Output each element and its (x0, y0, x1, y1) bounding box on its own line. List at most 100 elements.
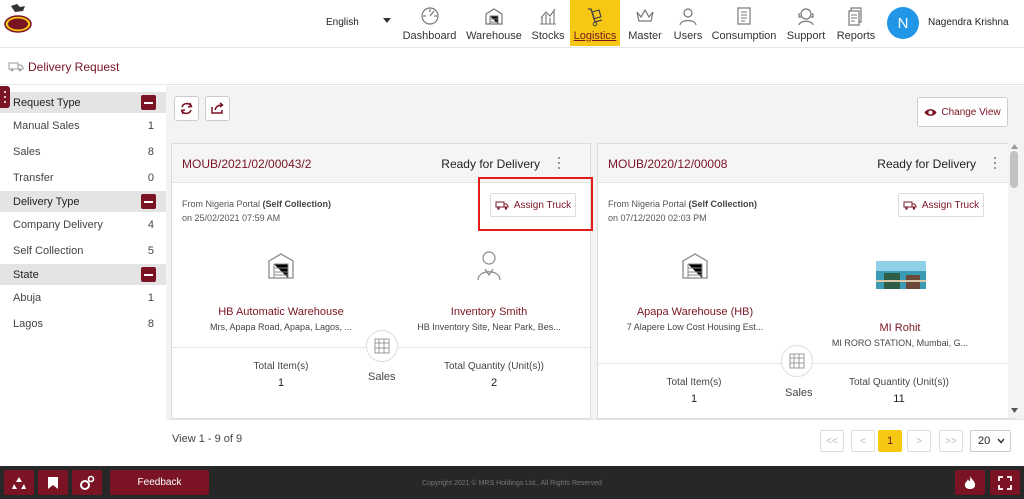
reports-icon (848, 7, 862, 26)
top-navigation-bar: English Dashboard Warehouse Stocks Logis… (0, 0, 1024, 48)
master-crown-icon (636, 8, 654, 22)
page-size-select[interactable]: 20 (970, 430, 1011, 452)
total-items-label: Total Item(s) (253, 361, 309, 372)
nav-consumption[interactable]: Consumption (711, 0, 777, 46)
total-quantity-value: 2 (490, 377, 498, 389)
request-id[interactable]: MOUB/2020/12/00008 (608, 157, 727, 171)
filter-group-state[interactable]: State (0, 264, 166, 285)
assign-truck-button[interactable]: Assign Truck (898, 193, 984, 217)
nav-stocks[interactable]: Stocks (530, 0, 566, 46)
user-avatar[interactable]: N (887, 7, 919, 39)
nav-warehouse[interactable]: Warehouse (465, 0, 523, 46)
flame-icon (964, 475, 976, 489)
nav-master[interactable]: Master (626, 0, 664, 46)
filter-item-transfer[interactable]: Transfer 0 (0, 165, 166, 191)
shelf-icon (374, 338, 390, 354)
consumption-icon (737, 7, 751, 25)
vertical-scrollbar[interactable] (1008, 143, 1021, 418)
prev-page-button[interactable]: < (851, 430, 875, 452)
page-number-button[interactable]: 1 (878, 430, 902, 452)
card-header: MOUB/2020/12/00008 Ready for Delivery (598, 144, 1016, 183)
collapse-icon[interactable] (141, 194, 156, 209)
chevron-down-icon (997, 438, 1005, 444)
first-page-button[interactable]: << (820, 430, 844, 452)
dashboard-icon (420, 7, 439, 25)
filter-item-self-collection[interactable]: Self Collection 5 (0, 238, 166, 264)
copyright-text: Copyright 2021 © MRS Holdings Ltd., All … (422, 480, 602, 487)
status-label: Ready for Delivery (877, 157, 976, 171)
request-id[interactable]: MOUB/2021/02/00043/2 (182, 157, 311, 171)
more-options-icon[interactable] (994, 156, 998, 170)
total-quantity-label: Total Quantity (Unit(s)) (848, 377, 950, 388)
destination-name[interactable]: Inventory Smith (394, 306, 584, 318)
source-address: 7 Alapere Low Cost Housing Est... (626, 322, 764, 332)
footer-bar: Feedback Copyright 2021 © MRS Holdings L… (0, 466, 1024, 499)
filter-sidebar: Request Type Manual Sales 1 Sales 8 Transf… (0, 86, 166, 466)
truck-icon (903, 201, 917, 210)
warehouse-icon (268, 253, 294, 279)
source-warehouse-name[interactable]: Apapa Warehouse (HB) (600, 306, 790, 318)
warehouse-icon (682, 253, 708, 279)
total-items-value: 1 (690, 393, 698, 405)
pagination-bar: View 1 - 9 of 9 << < 1 > >> 20 (166, 419, 1024, 466)
hot-button[interactable] (955, 470, 985, 495)
destination-address: HB Inventory Site, Near Park, Bes... (417, 322, 561, 332)
user-name[interactable]: Nagendra Krishna (928, 17, 1009, 28)
last-page-button[interactable]: >> (939, 430, 963, 452)
shelf-icon (789, 353, 805, 369)
source-address: Mrs, Apapa Road, Apapa, Lagos, ... (209, 322, 353, 332)
person-icon (477, 251, 501, 281)
support-icon (798, 8, 814, 26)
source-info: From Nigeria Portal (Self Collection) on … (608, 199, 758, 223)
refresh-button[interactable] (174, 96, 199, 121)
collapse-icon[interactable] (141, 267, 156, 282)
page-header: Delivery Request (0, 49, 1024, 85)
delivery-card[interactable]: MOUB/2020/12/00008 Ready for Delivery Fr… (597, 143, 1017, 419)
filter-item-abuja[interactable]: Abuja 1 (0, 285, 166, 311)
language-selector[interactable]: English (326, 17, 359, 28)
users-icon (679, 8, 697, 26)
nav-dashboard[interactable]: Dashboard (403, 0, 456, 46)
source-info: From Nigeria Portal (Self Collection) on … (182, 199, 332, 223)
sales-type-badge (781, 345, 813, 377)
record-count: View 1 - 9 of 9 (172, 433, 243, 445)
nav-support[interactable]: Support (785, 0, 827, 46)
filter-item-manual-sales[interactable]: Manual Sales 1 (0, 113, 166, 139)
more-options-icon[interactable] (558, 156, 562, 170)
scroll-up-icon[interactable] (1011, 144, 1018, 149)
filter-group-delivery-type[interactable]: Delivery Type (0, 191, 166, 212)
filter-item-lagos[interactable]: Lagos 8 (0, 311, 166, 337)
request-type-label: Sales (368, 371, 396, 383)
highlight-box (478, 177, 593, 231)
eye-icon (924, 108, 937, 116)
language-caret-icon[interactable] (383, 18, 391, 23)
filter-item-sales[interactable]: Sales 8 (0, 139, 166, 165)
delivery-card[interactable]: MOUB/2021/02/00043/2 Ready for Delivery … (171, 143, 593, 419)
page-title: Delivery Request (28, 60, 120, 74)
total-items-label: Total Item(s) (666, 377, 722, 388)
fullscreen-button[interactable] (990, 470, 1020, 495)
scrollbar-thumb[interactable] (1010, 151, 1018, 188)
scroll-down-icon[interactable] (1011, 408, 1018, 413)
truck-icon (8, 62, 24, 72)
next-page-button[interactable]: > (907, 430, 931, 452)
collapse-icon[interactable] (141, 95, 156, 110)
change-view-button[interactable]: Change View (917, 97, 1008, 127)
nav-logistics[interactable]: Logistics (570, 0, 620, 46)
export-icon (211, 102, 224, 114)
refresh-icon (180, 102, 193, 115)
filter-group-request-type[interactable]: Request Type (0, 92, 166, 113)
fullscreen-icon (998, 475, 1012, 490)
export-button[interactable] (205, 96, 230, 121)
main-content: Change View MOUB/2021/02/00043/2 Ready f… (166, 86, 1024, 466)
nav-users[interactable]: Users (672, 0, 704, 46)
status-label: Ready for Delivery (441, 157, 540, 171)
destination-name[interactable]: MI Rohit (805, 322, 995, 334)
nav-reports[interactable]: Reports (835, 0, 877, 46)
sidebar-toggle[interactable] (0, 86, 10, 108)
stocks-icon (540, 8, 556, 25)
source-warehouse-name[interactable]: HB Automatic Warehouse (186, 306, 376, 318)
request-type-label: Sales (785, 387, 813, 399)
mrs-logo[interactable] (3, 2, 33, 34)
filter-item-company-delivery[interactable]: Company Delivery 4 (0, 212, 166, 238)
